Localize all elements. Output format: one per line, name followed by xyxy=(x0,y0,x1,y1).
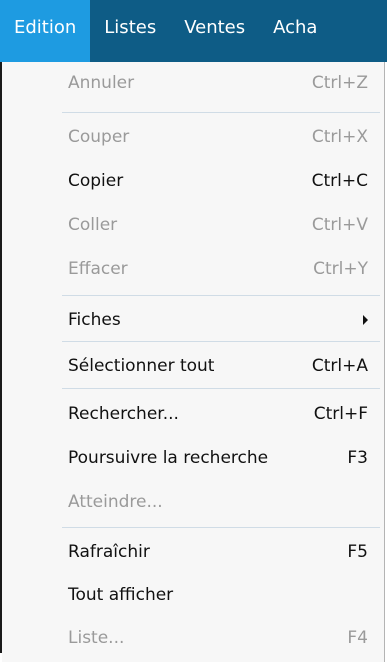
menu-item-label: Copier xyxy=(68,171,124,191)
menu-item-shortcut: Ctrl+X xyxy=(311,127,368,147)
menu-item-couper[interactable]: Couper Ctrl+X xyxy=(2,118,384,156)
menu-separator xyxy=(62,295,380,296)
menu-item-shortcut: Ctrl+C xyxy=(311,171,368,191)
menu-item-atteindre[interactable]: Atteindre... xyxy=(2,483,384,521)
menu-item-tout-afficher[interactable]: Tout afficher xyxy=(2,576,384,614)
menu-separator xyxy=(62,388,380,389)
menu-item-label: Rechercher... xyxy=(68,404,179,424)
menu-separator xyxy=(62,341,380,342)
menu-item-label: Atteindre... xyxy=(68,492,163,512)
menu-item-label: Sélectionner tout xyxy=(68,356,215,376)
menu-item-copier[interactable]: Copier Ctrl+C xyxy=(2,162,384,200)
menu-item-coller[interactable]: Coller Ctrl+V xyxy=(2,206,384,244)
menu-item-shortcut: F3 xyxy=(347,448,368,468)
menu-item-effacer[interactable]: Effacer Ctrl+Y xyxy=(2,250,384,288)
menu-item-shortcut: Ctrl+Z xyxy=(311,73,368,93)
menubar-listes[interactable]: Listes xyxy=(90,0,170,62)
menu-separator xyxy=(62,527,380,528)
menu-item-selectionner-tout[interactable]: Sélectionner tout Ctrl+A xyxy=(2,347,384,385)
menu-item-fiches[interactable]: Fiches xyxy=(2,301,384,339)
menu-item-label: Rafraîchir xyxy=(68,542,150,562)
menu-item-label: Fiches xyxy=(68,310,121,330)
menu-item-label: Coller xyxy=(68,215,118,235)
menu-item-label: Tout afficher xyxy=(68,585,174,605)
menubar-achats[interactable]: Acha xyxy=(259,0,317,62)
menu-item-shortcut: Ctrl+Y xyxy=(313,259,368,279)
menu-item-label: Liste... xyxy=(68,628,125,648)
menu-item-annuler[interactable]: Annuler Ctrl+Z xyxy=(2,64,384,102)
menu-item-shortcut: Ctrl+V xyxy=(311,215,368,235)
submenu-arrow-icon xyxy=(363,315,368,325)
menu-item-rafraichir[interactable]: Rafraîchir F5 xyxy=(2,533,384,571)
menu-item-label: Couper xyxy=(68,127,130,147)
menu-item-shortcut: Ctrl+A xyxy=(311,356,368,376)
edition-dropdown-menu: Annuler Ctrl+Z Couper Ctrl+X Copier Ctrl… xyxy=(2,62,385,662)
menubar-edition[interactable]: Edition xyxy=(0,0,91,62)
menu-item-rechercher[interactable]: Rechercher... Ctrl+F xyxy=(2,395,384,433)
menu-item-poursuivre-recherche[interactable]: Poursuivre la recherche F3 xyxy=(2,439,384,477)
menu-item-label: Poursuivre la recherche xyxy=(68,448,269,468)
menu-item-label: Annuler xyxy=(68,73,135,93)
menu-item-shortcut: F4 xyxy=(347,628,368,648)
menu-item-liste[interactable]: Liste... F4 xyxy=(2,619,384,657)
menu-item-shortcut: Ctrl+F xyxy=(313,404,368,424)
menu-item-label: Effacer xyxy=(68,259,128,279)
menu-separator xyxy=(62,112,380,113)
menu-bar: Edition Listes Ventes Acha xyxy=(0,0,387,62)
menubar-ventes[interactable]: Ventes xyxy=(170,0,259,62)
menu-item-shortcut: F5 xyxy=(347,542,368,562)
